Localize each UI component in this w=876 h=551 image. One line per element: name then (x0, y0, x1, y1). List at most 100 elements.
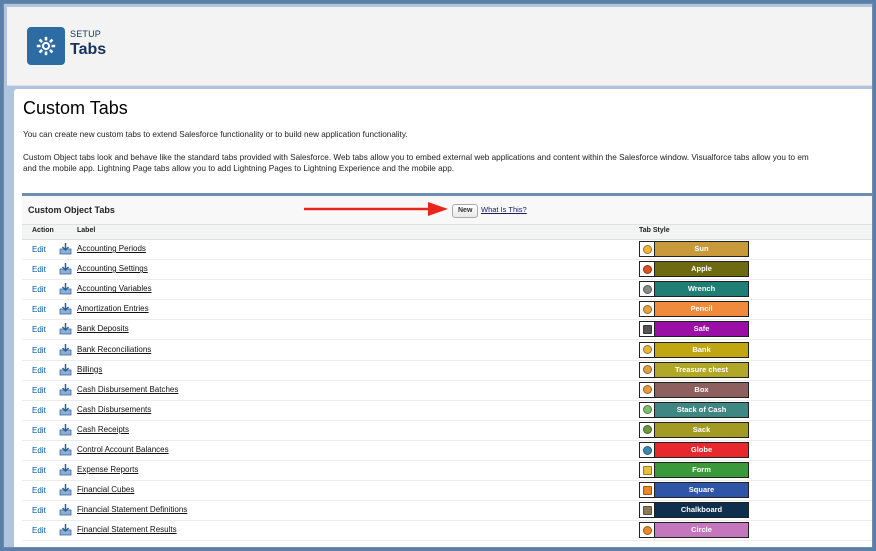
tab-style-swatch: Bank (639, 341, 749, 358)
circle-icon (640, 523, 654, 538)
table-row: Edit Financial Cubes Square (22, 480, 872, 502)
install-icon[interactable] (59, 463, 72, 476)
tab-label-link[interactable]: Financial Statement Definitions (77, 505, 187, 514)
table-row: Edit Amortization Entries Pencil (22, 299, 872, 321)
edit-link[interactable]: Edit (32, 285, 46, 294)
tab-label-link[interactable]: Accounting Settings (77, 264, 148, 273)
tab-label-link[interactable]: Bank Deposits (77, 324, 129, 333)
edit-link[interactable]: Edit (32, 486, 46, 495)
edit-link[interactable]: Edit (32, 265, 46, 274)
edit-link[interactable]: Edit (32, 325, 46, 334)
table-row: Edit Control Account Balances Globe (22, 440, 872, 461)
table-row: Edit Bank Deposits Safe (22, 319, 872, 341)
install-icon[interactable] (59, 262, 72, 275)
install-icon[interactable] (59, 443, 72, 456)
install-icon[interactable] (59, 363, 72, 376)
tab-style-name: Globe (654, 443, 748, 457)
tab-style-name: Stack of Cash (654, 402, 748, 417)
edit-link[interactable]: Edit (32, 346, 46, 355)
tab-style-swatch: Square (639, 482, 749, 499)
install-icon[interactable] (59, 403, 72, 416)
column-header-action: Action (32, 227, 54, 234)
table-row: Edit Cash Disbursements Stack of Cash (22, 400, 872, 421)
sack-icon (640, 422, 654, 437)
section-header: Custom Object Tabs New What Is This? (22, 196, 872, 222)
tab-style-name: Chalkboard (654, 503, 748, 518)
tab-label-link[interactable]: Accounting Variables (77, 284, 152, 293)
tab-style-swatch: Apple (639, 261, 749, 278)
intro-text: You can create new custom tabs to extend… (23, 130, 408, 139)
table-row: Edit Cash Disbursement Batches Box (22, 380, 872, 401)
edit-link[interactable]: Edit (32, 245, 46, 254)
what-is-this-link[interactable]: What Is This? (481, 205, 527, 214)
tab-label-link[interactable]: Cash Receipts (77, 425, 129, 434)
tabs-table: Action Label Tab Style Edit Accounting Pe… (22, 224, 872, 547)
install-icon[interactable] (59, 383, 72, 396)
tab-label-link[interactable]: Expense Reports (77, 465, 138, 474)
table-row: Edit Accounting Settings Apple (22, 259, 872, 281)
new-button[interactable]: New (452, 204, 479, 218)
tab-style-name: Sun (654, 242, 748, 256)
tab-label-link[interactable]: Financial Statement Results (77, 525, 177, 534)
column-header-tab-style: Tab Style (639, 227, 670, 234)
form-icon (640, 463, 654, 478)
table-row: Edit Accounting Periods Sun (22, 239, 872, 260)
edit-link[interactable]: Edit (32, 506, 46, 515)
square-icon (640, 483, 654, 498)
chalkboard-icon (640, 503, 654, 518)
section-title: Custom Object Tabs (28, 205, 115, 215)
description-line-1: Custom Object tabs look and behave like … (23, 153, 809, 162)
install-icon[interactable] (59, 322, 72, 335)
install-icon[interactable] (59, 503, 72, 516)
edit-link[interactable]: Edit (32, 406, 46, 415)
install-icon[interactable] (59, 242, 72, 255)
table-row: Edit Financial Statement Definitions Chalk… (22, 500, 872, 522)
tab-style-name: Apple (654, 262, 748, 277)
tab-label-link[interactable]: Billings (77, 365, 102, 374)
tab-label-link[interactable]: Cash Disbursements (77, 405, 151, 414)
install-icon[interactable] (59, 282, 72, 295)
custom-object-tabs-section: Custom Object Tabs New What Is This? Act… (22, 193, 872, 547)
tab-style-swatch: Form (639, 462, 749, 479)
tab-style-swatch: Wrench (639, 281, 749, 298)
table-row: Edit Expense Reports Form (22, 460, 872, 482)
edit-link[interactable]: Edit (32, 426, 46, 435)
globe-icon (640, 443, 654, 457)
tab-label-link[interactable]: Financial Cubes (77, 485, 134, 494)
tab-style-name: Treasure chest (654, 362, 748, 377)
install-icon[interactable] (59, 523, 72, 536)
edit-link[interactable]: Edit (32, 386, 46, 395)
page-title: Custom Tabs (23, 98, 128, 118)
install-icon[interactable] (59, 302, 72, 315)
edit-link[interactable]: Edit (32, 526, 46, 535)
setup-label: SETUP (70, 29, 102, 39)
tab-style-name: Pencil (654, 302, 748, 317)
install-icon[interactable] (59, 343, 72, 356)
tab-style-name: Box (654, 382, 748, 397)
edit-link[interactable]: Edit (32, 446, 46, 455)
main-content: Custom Tabs You can create new custom ta… (14, 89, 872, 547)
edit-link[interactable]: Edit (32, 466, 46, 475)
edit-link[interactable]: Edit (32, 305, 46, 314)
table-header (22, 224, 872, 240)
edit-link[interactable]: Edit (32, 366, 46, 375)
pencil-icon (640, 302, 654, 317)
tab-style-swatch: Treasure chest (639, 361, 749, 378)
tab-label-link[interactable]: Control Account Balances (77, 445, 169, 454)
tab-label-link[interactable]: Bank Reconciliations (77, 345, 151, 354)
install-icon[interactable] (59, 423, 72, 436)
table-row: Edit Cash Receipts Sack (22, 420, 872, 441)
tab-label-link[interactable]: Amortization Entries (77, 304, 149, 313)
safe-icon (640, 322, 654, 337)
tab-style-swatch: Sack (639, 421, 749, 438)
tab-label-link[interactable]: Cash Disbursement Batches (77, 385, 178, 394)
tab-style-swatch: Globe (639, 442, 749, 458)
apple-icon (640, 262, 654, 277)
install-icon[interactable] (59, 483, 72, 496)
table-row: Edit Financial Statement Results Circle (22, 520, 872, 542)
tab-style-swatch: Circle (639, 522, 749, 539)
tab-style-name: Square (654, 483, 748, 498)
bank-icon (640, 342, 654, 357)
tab-label-link[interactable]: Accounting Periods (77, 244, 146, 253)
sun-icon (640, 242, 654, 256)
